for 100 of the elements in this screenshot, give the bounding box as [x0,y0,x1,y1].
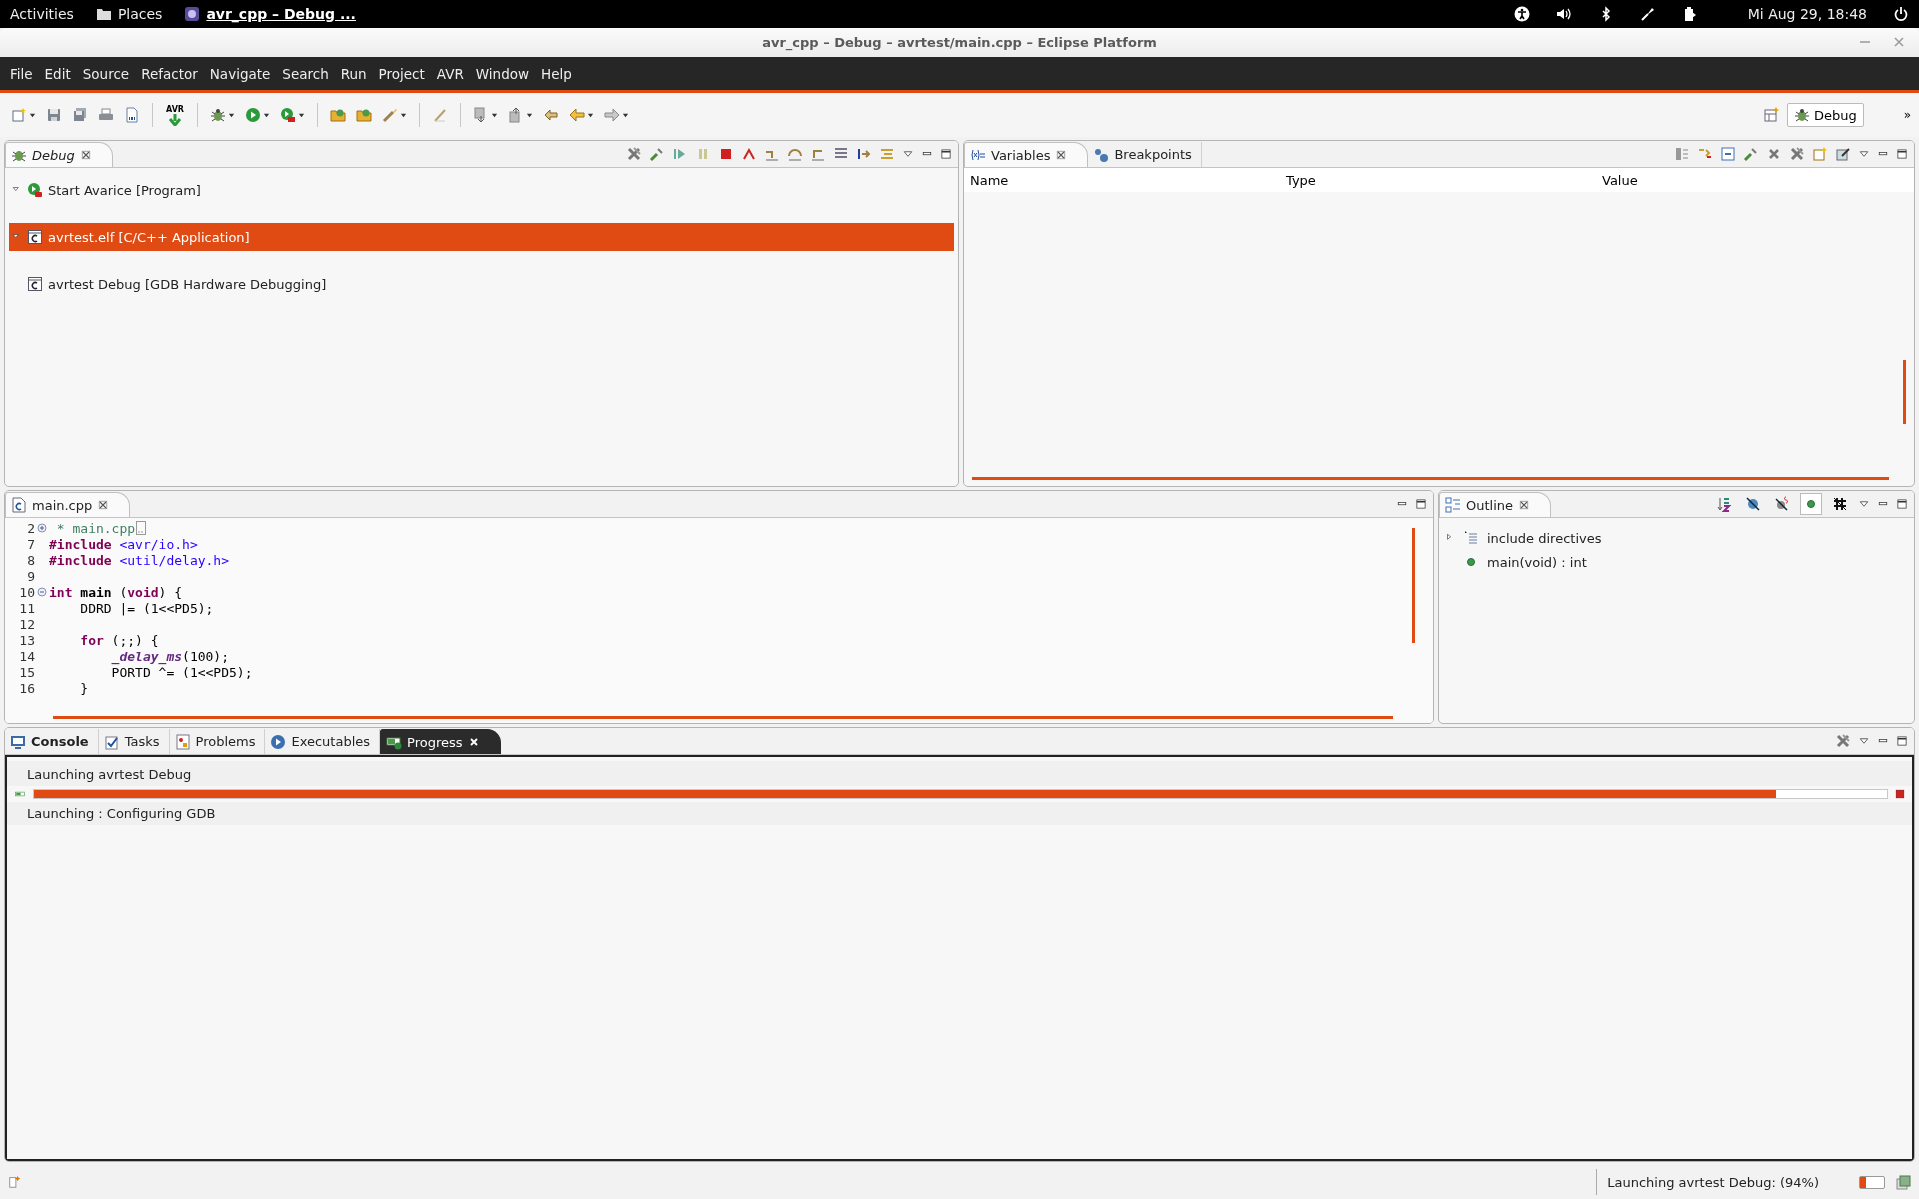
maximize-icon[interactable] [1896,148,1908,160]
tasks-icon [103,733,120,750]
progress-view-icon[interactable] [1895,1174,1911,1190]
list-icon [1463,530,1479,546]
view-tab[interactable]: Console [5,729,99,754]
column-header[interactable]: Type [1286,172,1602,188]
tree-item[interactable]: avrtest Debug [GDB Hardware Debugging] [9,270,954,298]
column-header[interactable]: Value [1602,172,1914,188]
view-tab[interactable]: Tasks [98,729,170,754]
horizontal-scrollbar[interactable] [972,477,1889,480]
outline-item[interactable]: main(void) : int [1445,550,1908,574]
new-icon [11,107,27,123]
executables-icon [270,733,287,750]
menu-item[interactable]: Search [276,65,335,82]
maximize-icon[interactable] [940,148,952,160]
maximize-icon[interactable] [1896,735,1908,747]
app-menu[interactable]: avr_cpp – Debug ... [206,6,356,22]
view-menu-icon[interactable] [1858,148,1870,160]
line-number: 16 [18,680,35,696]
view-menu-icon[interactable] [1858,498,1870,510]
upload-button[interactable]: AVR [162,103,188,127]
close-icon[interactable] [1055,149,1068,161]
view-menu-icon[interactable] [1858,735,1870,747]
view-tab[interactable]: Problems [169,729,266,754]
collapse-all-icon[interactable] [1720,146,1736,162]
view-tab[interactable]: Progress [380,729,501,754]
tree-item[interactable]: Start Avarice [Program] [9,176,954,204]
maximize-icon[interactable] [1896,498,1908,510]
folder-icon[interactable] [95,6,112,22]
power-icon[interactable] [1893,6,1909,22]
vertical-scrollbar[interactable] [1412,528,1415,643]
link-icon[interactable] [1743,146,1759,162]
binary-file-icon [124,107,140,123]
caret-icon [622,111,629,119]
terminate-icon[interactable] [718,146,734,162]
app-icon[interactable] [184,6,201,22]
remove-all-icon[interactable] [1789,146,1805,162]
maximize-icon[interactable] [1415,498,1427,510]
close-icon[interactable] [467,736,480,748]
menu-item[interactable]: AVR [430,65,470,82]
perspective-button[interactable]: Debug [1786,103,1864,127]
view-tab[interactable]: main.cpp [5,492,131,517]
line-number: 11 [18,600,35,616]
instruction-step-icon[interactable] [856,146,872,162]
line-number: 7 [26,536,35,552]
view-tab[interactable]: Outline [1439,492,1552,517]
caret-icon [263,111,270,119]
menu-item[interactable]: Navigate [203,65,277,82]
view-tab[interactable]: Variables [964,142,1089,167]
tree-item[interactable]: avrtest.elf [C/C++ Application] [9,223,954,251]
vertical-scrollbar[interactable] [1903,360,1906,424]
remove-all-icon[interactable] [1835,733,1851,749]
show-type-names-icon[interactable] [1674,146,1690,162]
accessibility-icon[interactable] [1513,6,1530,22]
menu-item[interactable]: Window [469,65,536,82]
progress-bar[interactable] [1859,1175,1885,1189]
places-menu[interactable]: Places [117,6,163,22]
horizontal-scrollbar[interactable] [53,716,1393,719]
menu-item[interactable]: Edit [38,65,77,82]
menu-item[interactable]: Help [535,65,578,82]
folded-text-icon[interactable] [136,521,147,535]
view-tab[interactable]: Debug [5,142,113,167]
line-number: 2 [26,520,35,536]
close-icon[interactable] [97,499,110,511]
view-tab[interactable]: Breakpoints [1088,142,1202,167]
close-icon[interactable] [79,149,92,161]
step-over-icon[interactable] [787,146,803,162]
fold-icon[interactable] [37,587,47,597]
remove-all-icon[interactable] [626,146,642,162]
edit-icon[interactable] [1835,146,1851,162]
column-header[interactable]: Name [970,172,1286,188]
line-number: 15 [18,664,35,680]
fold-icon[interactable] [37,523,47,533]
disconnect-icon[interactable] [741,146,757,162]
status-message[interactable]: Launching avrtest Debug: (94%) [1607,1174,1819,1190]
menu-item[interactable]: Run [334,65,373,82]
outline-item[interactable]: include directives [1445,526,1908,550]
more-perspectives[interactable]: » [1903,108,1911,122]
menu-item[interactable]: Refactor [135,65,204,82]
clock[interactable]: Mi Aug 29, 18:48 [1747,6,1867,22]
open-perspective-icon[interactable] [1762,107,1779,123]
activities-button[interactable]: Activities [10,6,74,22]
step-filter-icon[interactable] [879,146,895,162]
volume-icon[interactable] [1555,6,1572,22]
caret-icon [526,111,533,119]
run-icon [245,107,261,123]
last-edit-icon [543,107,559,123]
close-icon[interactable] [1518,499,1531,511]
stop-icon[interactable] [1894,788,1906,800]
code-line: #include <util/delay.h> [49,552,230,568]
menu-item[interactable]: Project [372,65,431,82]
menu-item[interactable]: Source [76,65,136,82]
connect-icon[interactable] [649,146,665,162]
line-number: 13 [18,632,35,648]
menu-item[interactable]: File [4,65,39,82]
new-item-icon[interactable] [8,1175,22,1189]
view-menu-icon[interactable] [902,148,914,160]
caret-icon [298,111,305,119]
save-icon [46,107,62,123]
code-line: } [79,680,89,696]
